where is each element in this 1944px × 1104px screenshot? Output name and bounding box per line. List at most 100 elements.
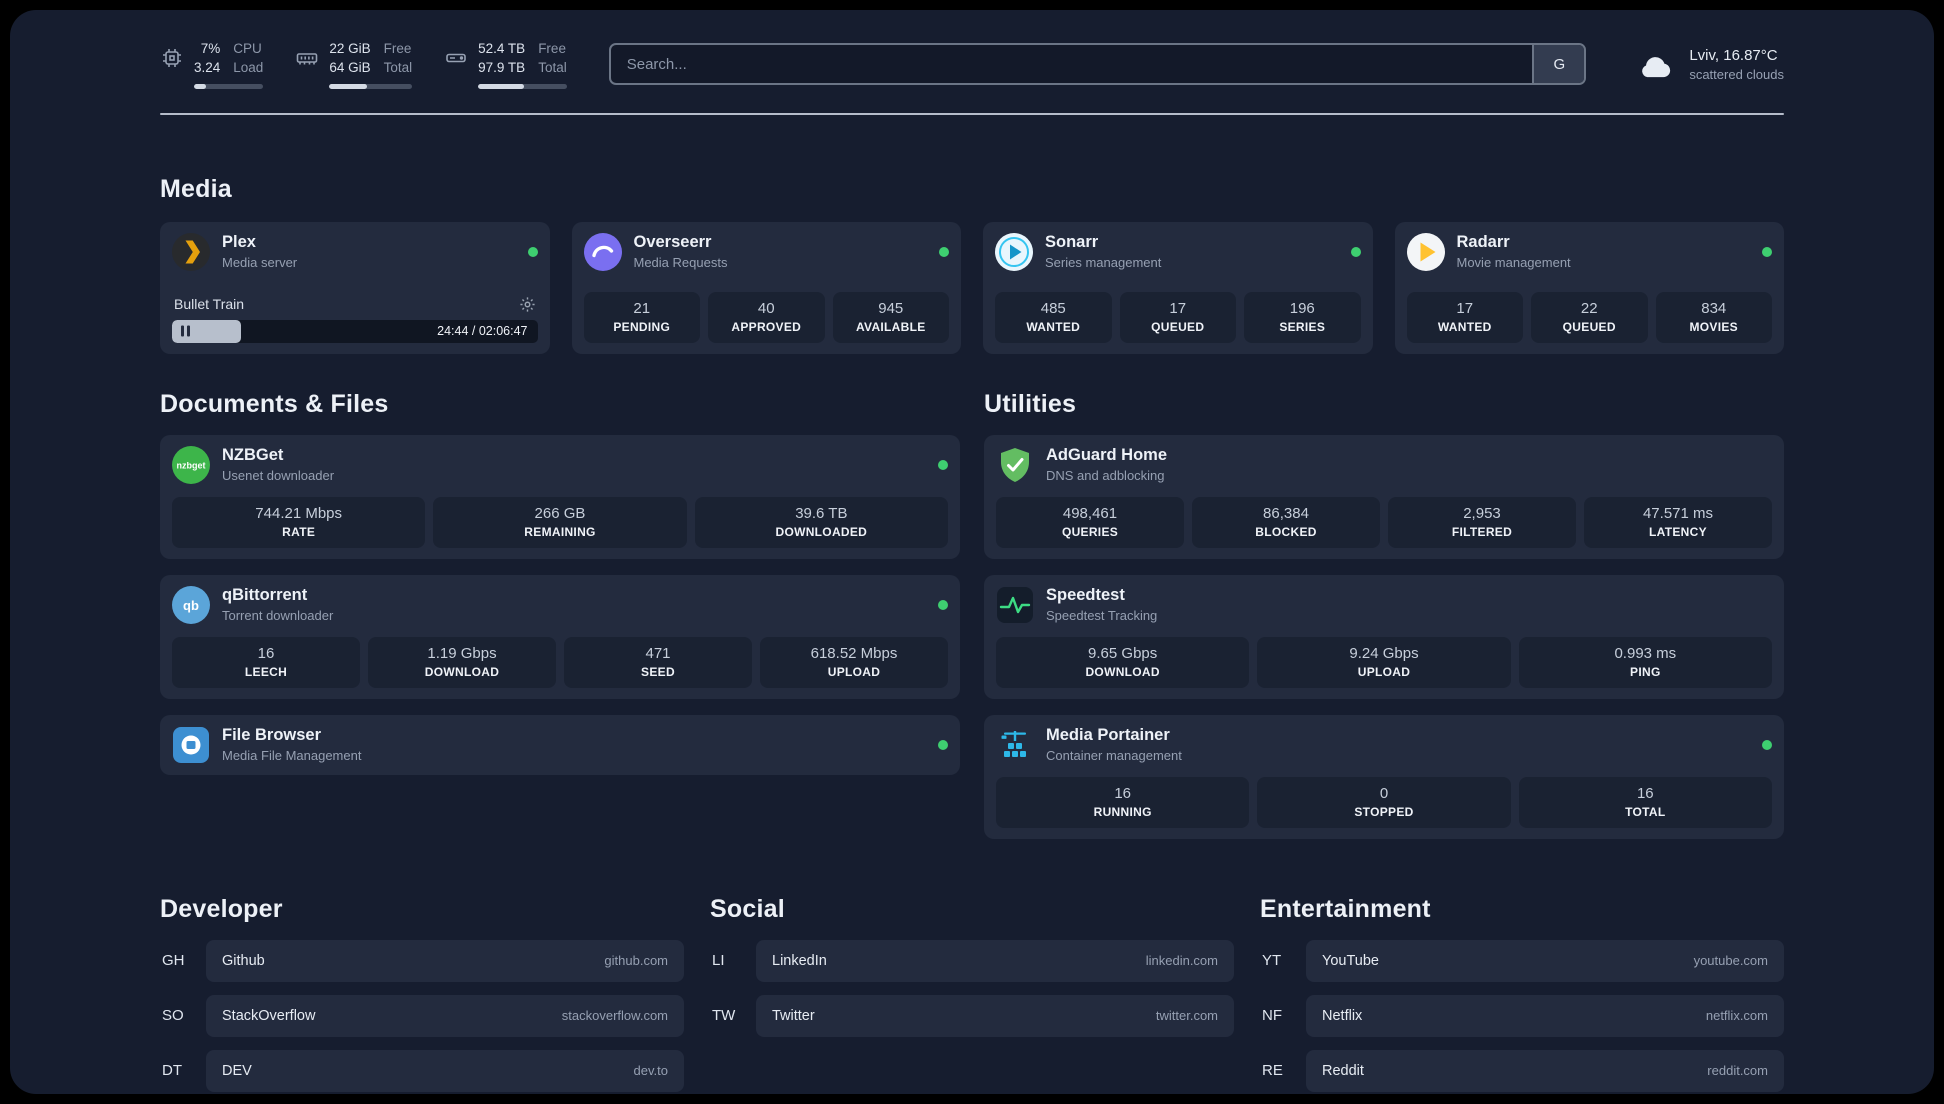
service-card-nzbget[interactable]: nzbget NZBGet Usenet downloader 744.21 M…	[160, 434, 960, 559]
bookmark-abbr: NF	[1262, 1007, 1282, 1025]
service-subtitle: Speedtest Tracking	[1046, 608, 1158, 624]
bookmark-row: RE Reddit reddit.com	[1260, 1049, 1784, 1092]
bookmark-row: TW Twitter twitter.com	[710, 994, 1234, 1037]
stat-box: 16 TOTAL	[1518, 776, 1772, 828]
bookmark-name: DEV	[222, 1062, 252, 1079]
search-input[interactable]	[610, 45, 1533, 84]
service-card-speedtest[interactable]: Speedtest Speedtest Tracking 9.65 Gbps D…	[984, 574, 1784, 699]
status-dot	[939, 246, 949, 257]
utilities-section: Utilities AdGuard Home DNS and adblockin…	[984, 390, 1784, 839]
cpu-label: CPU	[233, 41, 262, 56]
service-card-sonarr[interactable]: Sonarr Series management 485 WANTED 17 Q…	[983, 221, 1373, 354]
cpu-load-value: 3.24	[194, 59, 221, 75]
status-dot	[1762, 246, 1772, 257]
qbittorrent-icon: qb	[172, 585, 210, 624]
service-card-radarr[interactable]: Radarr Movie management 17 WANTED 22 QUE…	[1394, 221, 1784, 354]
service-card-qbittorrent[interactable]: qb qBittorrent Torrent downloader 16 LEE…	[160, 574, 960, 699]
stat-label: BLOCKED	[1255, 524, 1317, 539]
cpu-load-label: Load	[233, 59, 264, 75]
bookmark-name: Github	[222, 952, 265, 969]
service-name: Speedtest	[1046, 586, 1125, 605]
stat-box: 47.571 ms LATENCY	[1584, 496, 1772, 548]
stat-value: 86,384	[1263, 504, 1309, 522]
stat-value: 47.571 ms	[1642, 504, 1714, 522]
service-name: AdGuard Home	[1046, 446, 1168, 465]
settings-gear-icon[interactable]	[519, 296, 536, 313]
disk-free-label: Free	[538, 41, 566, 56]
status-dot	[938, 739, 948, 750]
stat-box: 485 WANTED	[995, 291, 1112, 343]
portainer-icon	[996, 726, 1034, 764]
stat-value: 39.6 TB	[795, 504, 848, 522]
bookmark-link-github[interactable]: Github github.com	[206, 939, 684, 982]
bookmark-link-reddit[interactable]: Reddit reddit.com	[1306, 1049, 1784, 1092]
service-card-filebrowser[interactable]: File Browser Media File Management	[160, 714, 960, 775]
stat-value: 40	[757, 299, 775, 317]
search-bar[interactable]: G	[608, 43, 1587, 86]
bookmark-url: reddit.com	[1707, 1063, 1768, 1079]
status-dot	[1762, 739, 1772, 750]
bookmark-abbr: DT	[162, 1062, 182, 1080]
bookmark-row: GH Github github.com	[160, 939, 684, 982]
section-title-utilities: Utilities	[984, 389, 1077, 418]
stat-label: QUEUED	[1151, 319, 1205, 334]
cpu-progress-bar	[194, 83, 264, 89]
stat-label: TOTAL	[1625, 804, 1666, 819]
service-subtitle: Media File Management	[222, 748, 362, 764]
weather-condition: scattered clouds	[1689, 66, 1784, 82]
memory-progress-bar	[329, 83, 413, 89]
bookmark-link-netflix[interactable]: Netflix netflix.com	[1306, 994, 1784, 1037]
overseerr-icon	[583, 232, 622, 271]
playback-progress-bar[interactable]: 24:44 / 02:06:47	[172, 319, 538, 343]
service-card-portainer[interactable]: Media Portainer Container management 16 …	[984, 714, 1784, 839]
stat-box: 17 WANTED	[1406, 291, 1523, 343]
bookmark-link-linkedin[interactable]: LinkedIn linkedin.com	[756, 939, 1234, 982]
stat-box: 2,953 FILTERED	[1388, 496, 1576, 548]
service-subtitle: Series management	[1045, 255, 1162, 271]
cpu-icon	[160, 46, 184, 70]
service-card-overseerr[interactable]: Overseerr Media Requests 21 PENDING 40 A…	[571, 221, 961, 354]
weather-location: Lviv, 16.87°C	[1689, 46, 1778, 64]
stat-label: WANTED	[1026, 319, 1081, 334]
bookmark-link-stackoverflow[interactable]: StackOverflow stackoverflow.com	[206, 994, 684, 1037]
disk-progress-bar	[478, 83, 567, 89]
bookmark-group-developer: Developer GH Github github.com SO StackO…	[160, 895, 684, 1092]
stat-value: 1.19 Gbps	[427, 644, 497, 662]
memory-widget: 22 GiB 64 GiB Free Total	[295, 40, 413, 89]
bookmark-link-youtube[interactable]: YouTube youtube.com	[1306, 939, 1784, 982]
stat-value: 0.993 ms	[1614, 644, 1677, 662]
stat-label: WANTED	[1437, 319, 1492, 334]
documents-section: Documents & Files nzbget NZBGet Usenet d…	[160, 390, 960, 775]
search-provider-button[interactable]: G	[1532, 45, 1585, 84]
bookmark-row: SO StackOverflow stackoverflow.com	[160, 994, 684, 1037]
memory-free-label: Free	[383, 41, 412, 56]
stat-box: 266 GB REMAINING	[433, 496, 687, 548]
stat-label: QUERIES	[1061, 524, 1119, 539]
stat-value: 498,461	[1062, 504, 1118, 522]
stat-value: 16	[1114, 784, 1131, 802]
stat-label: PING	[1630, 664, 1661, 679]
bookmark-link-dev[interactable]: DEV dev.to	[206, 1049, 684, 1092]
stat-value: 945	[878, 299, 904, 317]
stat-box: 21 PENDING	[583, 291, 700, 343]
stat-value: 744.21 Mbps	[255, 504, 343, 522]
stat-label: AVAILABLE	[855, 319, 926, 334]
disk-icon	[444, 46, 468, 70]
bookmark-link-twitter[interactable]: Twitter twitter.com	[756, 994, 1234, 1037]
stat-label: UPLOAD	[827, 664, 881, 679]
stat-value: 0	[1379, 784, 1389, 802]
stat-box: 9.65 Gbps DOWNLOAD	[996, 636, 1250, 688]
stat-label: REMAINING	[524, 524, 596, 539]
service-card-plex[interactable]: Plex Media server Bullet Train 24:44 / 0…	[160, 221, 550, 354]
dashboard-panel: 7% 3.24 CPU Load 22 GiB 64 GiB Free Tota…	[10, 10, 1934, 1094]
bookmark-name: Reddit	[1322, 1062, 1364, 1079]
bookmark-url: twitter.com	[1155, 1008, 1218, 1024]
bookmark-name: StackOverflow	[222, 1007, 316, 1024]
service-name: File Browser	[222, 726, 322, 745]
pause-icon[interactable]	[181, 325, 190, 337]
bookmark-abbr: GH	[162, 952, 185, 970]
service-card-adguard[interactable]: AdGuard Home DNS and adblocking 498,461 …	[984, 434, 1784, 559]
bookmark-abbr: SO	[162, 1007, 184, 1025]
bookmark-row: NF Netflix netflix.com	[1260, 994, 1784, 1037]
system-stats-group: 7% 3.24 CPU Load 22 GiB 64 GiB Free Tota…	[160, 40, 567, 89]
